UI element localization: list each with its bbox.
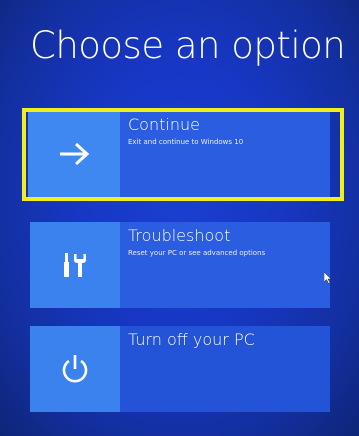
continue-option[interactable]: Continue Exit and continue to Windows 10 [24,111,330,197]
continue-tile[interactable] [28,111,120,197]
troubleshoot-description: Reset your PC or see advanced options [128,249,266,257]
turn-off-option[interactable]: Turn off your PC [24,326,330,412]
power-icon [62,355,88,383]
troubleshoot-option[interactable]: Troubleshoot Reset your PC or see advanc… [24,222,330,308]
turn-off-label: Turn off your PC [128,330,255,349]
turn-off-tile[interactable] [30,326,120,412]
arrow-right-icon [60,142,90,166]
mouse-cursor-icon [324,272,332,284]
troubleshoot-tile[interactable] [30,222,120,308]
continue-description: Exit and continue to Windows 10 [128,138,244,146]
troubleshoot-label: Troubleshoot [128,226,231,245]
continue-label: Continue [128,115,200,134]
tools-icon [64,253,86,277]
page-title: Choose an option [30,24,346,67]
